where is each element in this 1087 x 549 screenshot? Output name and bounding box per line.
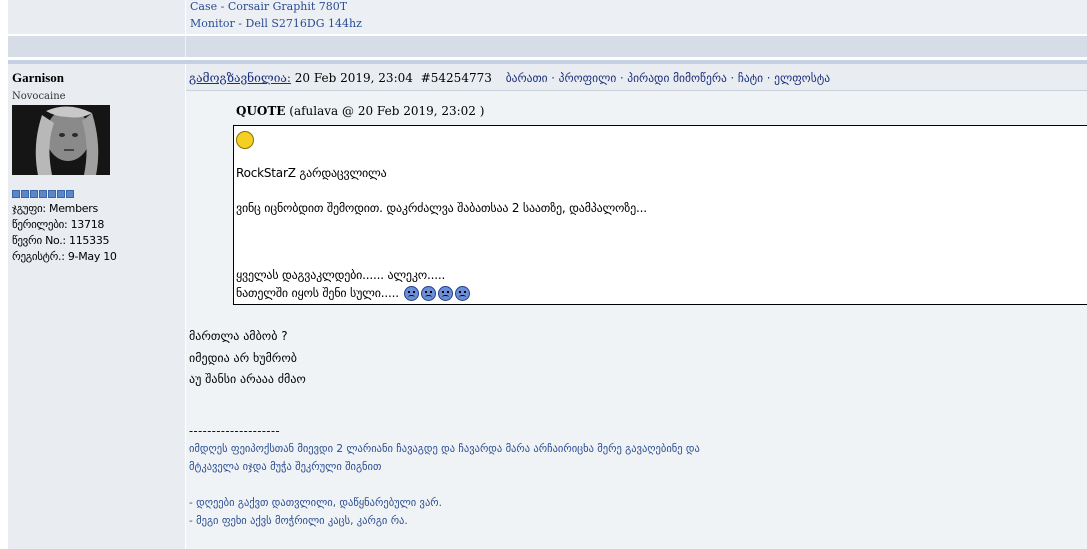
poster-name[interactable]: Garnison [12, 70, 64, 86]
link-email[interactable]: ელფოსტა [774, 71, 830, 85]
avatar [12, 105, 110, 175]
quote-line-with-emoticons: ნათელში იყოს შენი სული..... [236, 286, 471, 301]
post-id[interactable]: #54254773 [421, 71, 492, 85]
sad-emoticon-icon [421, 286, 437, 301]
poster-title: Novocaine [12, 91, 66, 102]
posted-label[interactable]: გამოგზავნილია: [189, 71, 291, 85]
sad-emoticon-icon [438, 286, 454, 301]
signature-divider: -------------------- [189, 424, 281, 438]
poster-group: ჯგუფი: Members [12, 202, 98, 215]
post-header: გამოგზავნილია: 20 Feb 2019, 23:04 #54254… [186, 64, 1087, 90]
sad-emoticon-icon [404, 286, 420, 301]
signature-line: იმდღეს ფეიპოქსთან მიევდი 2 ლარიანი ჩავაგ… [189, 443, 700, 455]
rank-pip [66, 190, 74, 198]
rank-pips [12, 190, 74, 198]
menu-separator: · [730, 71, 735, 85]
post-body-line: იმედია არ ხუმრობ [189, 351, 297, 365]
quote-meta: (afulava @ 20 Feb 2019, 23:02 ) [289, 104, 485, 118]
link-chat[interactable]: ჩატი [738, 71, 763, 85]
menu-separator: · [766, 71, 771, 85]
wave-emoticon-icon [236, 131, 254, 149]
post-meta: გამოგზავნილია: 20 Feb 2019, 23:04 #54254… [189, 71, 830, 85]
quote-line: ვინც იცნობდით შემოდით. დაკრძალვა შაბათსა… [236, 201, 647, 215]
rank-pip [30, 190, 38, 198]
prev-post-signature: Case - Corsair Graphit 780T Monitor - De… [186, 0, 1087, 34]
rank-pip [48, 190, 56, 198]
header-rule [186, 90, 1087, 91]
menu-separator: · [551, 71, 555, 85]
signature-line: Case - Corsair Graphit 780T [190, 0, 348, 13]
signature-line: - მეგი ფეხი აქვს მოჭრილი კაცს, კარგი რა. [189, 515, 408, 527]
signature-line: მტკაველა იჯდა მუჭა შეკრული შიგნით [189, 461, 382, 473]
post-divider-bar [8, 36, 1087, 57]
poster-member-number: წევრი No.: 115335 [12, 234, 110, 247]
post-menu-links: ბარათი · პროფილი · პირადი მიმოწერა · ჩატ… [506, 71, 830, 85]
quote-label: QUOTE (afulava @ 20 Feb 2019, 23:02 ) [236, 104, 484, 118]
poster-registered: რეგისტრ.: 9-May 10 [12, 250, 117, 263]
post-body-line: მართლა ამბობ ? [189, 329, 288, 343]
post-date: 20 Feb 2019, 23:04 [294, 71, 413, 85]
signature-line: - დღეები გაქვთ დათვლილი, დაწყნარებული ვა… [189, 497, 442, 509]
quote-title: QUOTE [236, 104, 286, 118]
quote-line: RockStarZ გარდაცვლილა [236, 166, 387, 180]
rank-pip [39, 190, 47, 198]
signature-line: Monitor - Dell S2716DG 144hz [190, 17, 362, 30]
link-profile[interactable]: პროფილი [559, 71, 617, 85]
divider-separator [185, 36, 186, 57]
post-body-line: აუ შანსი არააა ძმაო [189, 372, 306, 386]
post-content-column: გამოგზავნილია: 20 Feb 2019, 23:04 #54254… [186, 64, 1087, 549]
rank-pip [12, 190, 20, 198]
rank-pip [21, 190, 29, 198]
link-private-message[interactable]: პირადი მიმოწერა [627, 71, 727, 85]
menu-separator: · [619, 71, 624, 85]
link-card[interactable]: ბარათი [506, 71, 548, 85]
quote-line: ნათელში იყოს შენი სული..... [236, 286, 399, 300]
poster-info-column: Garnison Novocaine ჯგუფი: Members წერილე… [8, 64, 185, 549]
prev-post-poster-cell [8, 0, 185, 34]
quote-box: RockStarZ გარდაცვლილა ვინც იცნობდით შემო… [233, 125, 1087, 305]
quote-line: ყველას დაგვაკლდები...... ალეკო..... [236, 268, 446, 282]
sad-emoticon-icon [455, 286, 471, 301]
rank-pip [57, 190, 65, 198]
poster-post-count: წერილები: 13718 [12, 218, 105, 231]
